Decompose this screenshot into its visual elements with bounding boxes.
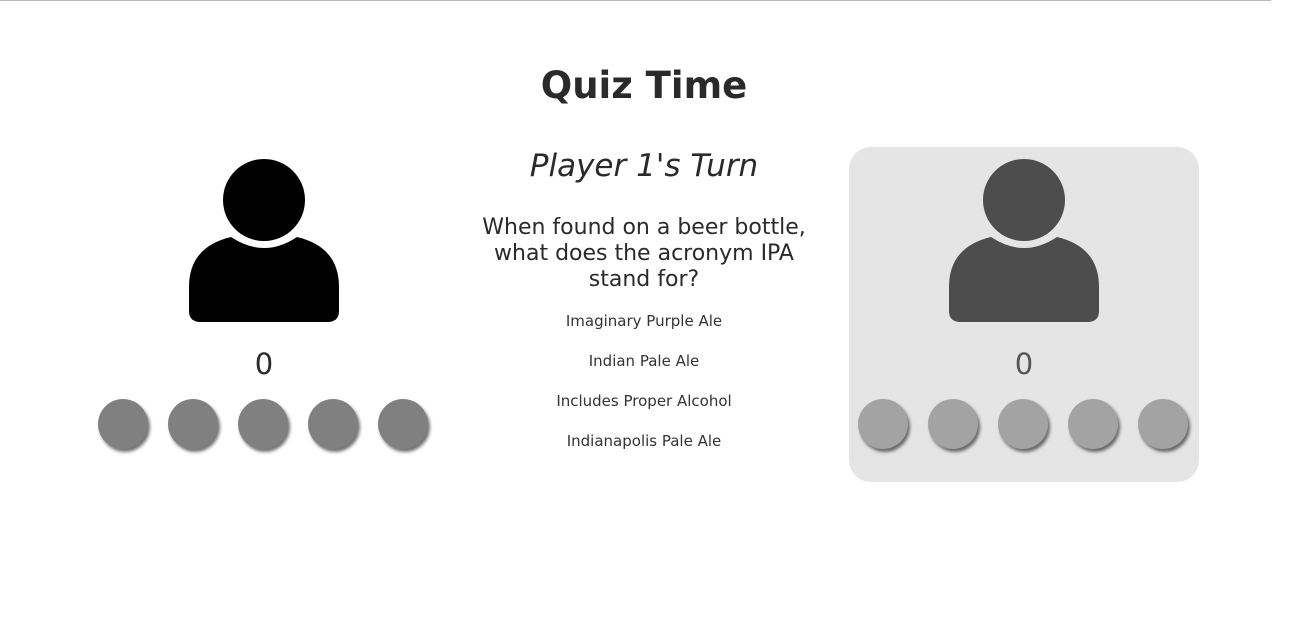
life-dot [858, 399, 908, 449]
player-2-lives [858, 399, 1198, 459]
life-dot [378, 399, 428, 449]
player-1-panel: 0 [89, 147, 439, 482]
user-icon [189, 159, 339, 322]
player-2-panel: 0 [849, 147, 1199, 482]
life-dot [168, 399, 218, 449]
question-text: When found on a beer bottle, what does t… [482, 215, 806, 292]
answer-option[interactable]: Indian Pale Ale [494, 350, 794, 390]
answer-list: Imaginary Purple Ale Indian Pale Ale Inc… [494, 310, 794, 470]
life-dot [308, 399, 358, 449]
answer-option[interactable]: Indianapolis Pale Ale [494, 430, 794, 470]
life-dot [1068, 399, 1118, 449]
life-dot [998, 399, 1048, 449]
life-dot [1138, 399, 1188, 449]
player-2-score: 0 [1014, 347, 1034, 381]
top-divider [0, 0, 1271, 1]
life-dot [238, 399, 288, 449]
life-dot [98, 399, 148, 449]
page-title: Quiz Time [540, 64, 748, 107]
player-1-score: 0 [254, 347, 274, 381]
answer-option[interactable]: Imaginary Purple Ale [494, 310, 794, 350]
answer-option[interactable]: Includes Proper Alcohol [494, 390, 794, 430]
life-dot [928, 399, 978, 449]
turn-indicator: Player 1's Turn [529, 148, 759, 184]
user-icon [949, 159, 1099, 322]
player-1-lives [98, 399, 438, 459]
